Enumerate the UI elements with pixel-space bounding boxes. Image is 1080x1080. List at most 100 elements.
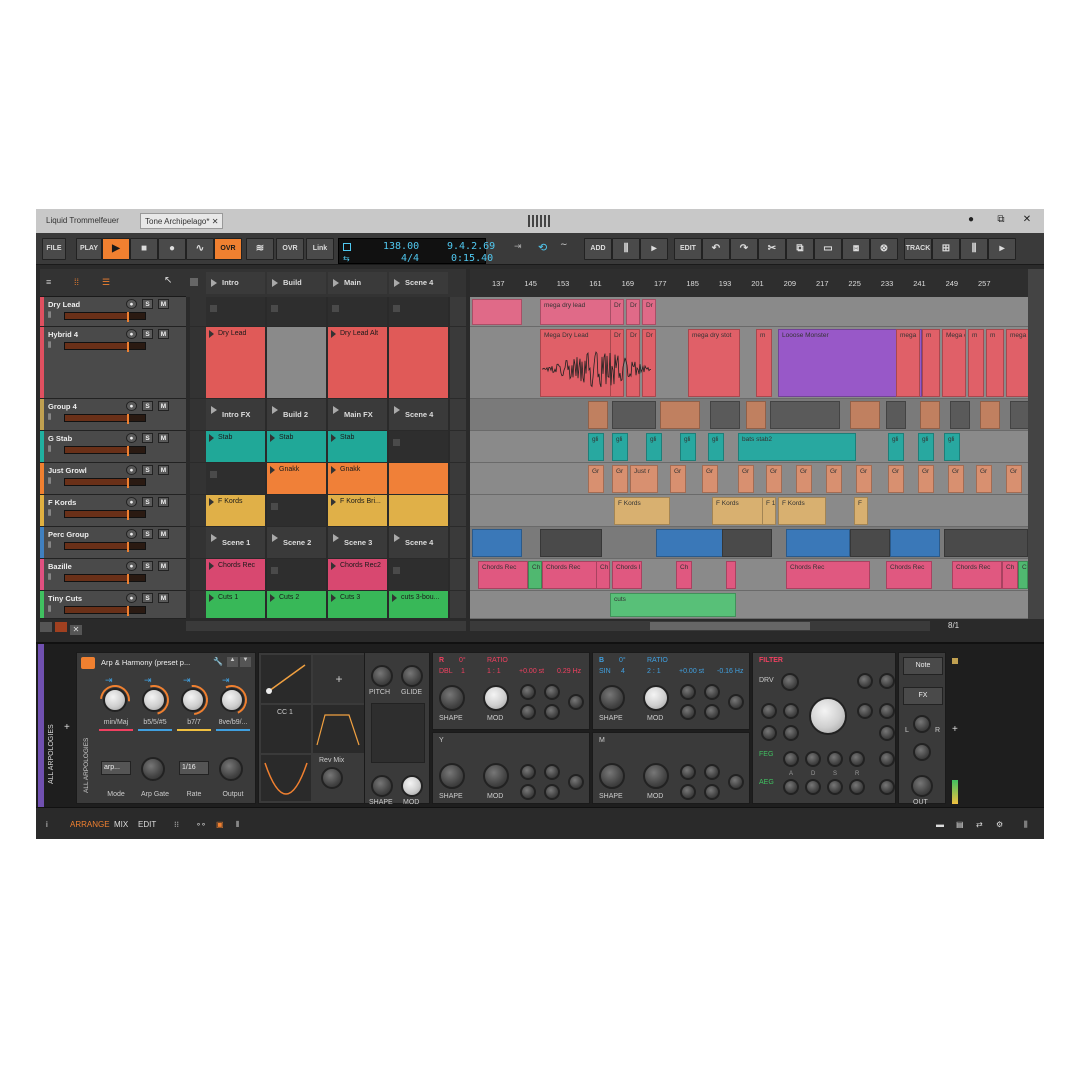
osc-mod-knob[interactable] [680,684,696,700]
track-stop-left[interactable] [190,463,206,494]
arranger-clip[interactable] [850,529,890,557]
empty-slot[interactable] [389,431,448,462]
arranger-clip[interactable]: Gr [1006,465,1022,493]
launcher-clip[interactable]: Dry Lead Alt [328,327,387,398]
launcher-clip[interactable]: Dry Lead [206,327,265,398]
filter-knob[interactable] [827,751,843,767]
arranger-clip[interactable]: m [986,329,1004,397]
track-stop-button[interactable] [450,327,466,398]
inspector-icon[interactable]: ⇄ [976,820,983,829]
osc-m-mod-knob[interactable] [643,763,669,789]
file-tab-1[interactable]: Liquid Trommelfeuer [42,213,123,229]
solo-button[interactable]: S [142,329,153,339]
close-window-icon[interactable]: ✕ [1020,214,1034,225]
arp-knob[interactable] [142,688,166,712]
timeline-ruler[interactable]: 137 145 153 161 169 177 185 193 201 209 217 225 233 2… [470,269,1028,297]
edit-button[interactable]: EDIT [674,238,702,260]
clip-play-icon[interactable] [209,562,214,570]
osc-mod-knob[interactable] [520,684,536,700]
launcher-clip[interactable]: Cuts 2 [267,591,326,618]
arranger-clip[interactable] [920,401,940,429]
arranger-clip[interactable] [726,561,736,589]
clip-play-icon[interactable] [209,434,214,442]
solo-button[interactable]: S [142,529,153,539]
device-panel-icon[interactable]: ▣ [216,820,224,829]
arranger-clip[interactable] [472,299,522,325]
arranger-clip[interactable]: Gr [976,465,992,493]
launcher-clip[interactable]: F Kords [206,495,265,526]
add-device-left-icon[interactable]: + [64,722,70,733]
scene-launch-button[interactable]: Scene 4 [389,527,448,558]
settings-icon[interactable]: ⚙ [996,820,1003,829]
groove-button[interactable]: ≋ [246,238,274,260]
arranger-clip[interactable]: gli [680,433,696,461]
track-name[interactable]: Group 4 [48,402,77,411]
volume-fader[interactable] [64,574,146,584]
delete-icon[interactable]: ⊗ [870,238,898,260]
launcher-clip[interactable]: Chords Rec2 [328,559,387,590]
mute-button[interactable]: M [158,529,169,539]
scene-header-button[interactable]: Scene 4 [389,272,448,294]
rate-select[interactable]: 1/16 [179,761,209,775]
output-knob[interactable] [219,757,243,781]
add-track-icon[interactable] [40,622,52,632]
arranger-clip[interactable]: mega [896,329,920,397]
metronome-icon[interactable] [343,243,351,251]
arranger-clip[interactable]: Just r [630,465,658,493]
osc-mod-knob[interactable] [544,784,560,800]
arranger-clip[interactable]: Gr [738,465,754,493]
track-stop-left[interactable] [190,559,206,590]
undo-icon[interactable]: ↶ [702,238,730,260]
track-name[interactable]: G Stab [48,434,72,443]
osc-b-detune[interactable]: +0.00 st [679,668,704,675]
osc-r-detune[interactable]: +0.00 st [519,668,544,675]
preset-down-icon[interactable]: ▼ [240,657,251,667]
empty-slot[interactable] [267,495,326,526]
automation-write-button[interactable]: ∿ [186,238,214,260]
glide-knob[interactable] [401,665,423,687]
track-name[interactable]: Hybrid 4 [48,330,78,339]
arranger-clip[interactable] [588,401,608,429]
arranger-clip[interactable] [710,401,740,429]
width-knob[interactable] [913,743,931,761]
record-button[interactable]: ● [158,238,186,260]
arrange-view-tab[interactable]: ARRANGE [70,820,110,829]
clip-play-icon[interactable] [209,330,214,338]
arp-knob[interactable] [103,688,127,712]
filter-knob[interactable] [761,703,777,719]
keyboard-icon[interactable]: ⫼ [960,238,988,260]
arranger-clip[interactable] [540,529,602,557]
solo-button[interactable]: S [142,561,153,571]
arranger-clip[interactable]: Chords Rec [786,561,870,589]
osc-mod-knob[interactable] [520,704,536,720]
track-stop-left[interactable] [190,297,206,326]
solo-button[interactable]: S [142,401,153,411]
arranger-clip[interactable]: Gr [766,465,782,493]
arranger-clip[interactable] [472,529,522,557]
filter-knob[interactable] [849,751,865,767]
mode-select[interactable]: arp... [101,761,131,775]
track-header[interactable]: G Stab ● S M ⫼ [40,431,186,463]
launcher-clip[interactable] [389,463,448,494]
clip-play-icon[interactable] [331,498,336,506]
volume-fader[interactable] [64,414,146,424]
fx-button[interactable]: FX [903,687,943,705]
record-arm-button[interactable]: ● [126,593,137,603]
modulation-icon[interactable]: ∘∘ [196,820,206,829]
mixer-icon[interactable]: ⫼ [612,238,640,260]
file-button[interactable]: FILE [42,238,66,260]
launcher-clip[interactable] [389,327,448,398]
arranger-clip[interactable]: Gr [948,465,964,493]
mute-button[interactable]: M [158,465,169,475]
scene-launch-button[interactable]: Scene 4 [389,399,448,430]
filter-knob[interactable] [879,751,895,767]
track-stop-left[interactable] [190,591,206,618]
osc-b-wave[interactable]: SIN [599,668,611,675]
arranger-scrollbar-v[interactable] [1028,269,1044,619]
record-arm-button[interactable]: ● [126,433,137,443]
track-header[interactable]: Perc Group ● S M ⫼ [40,527,186,559]
duplicate-icon[interactable]: ⧈ [842,238,870,260]
arranger-clip[interactable]: Dr [610,299,624,325]
launcher-clip[interactable]: cuts 3-bou... [389,591,448,618]
mixer-panel-icon[interactable]: ⦀ [236,820,240,830]
